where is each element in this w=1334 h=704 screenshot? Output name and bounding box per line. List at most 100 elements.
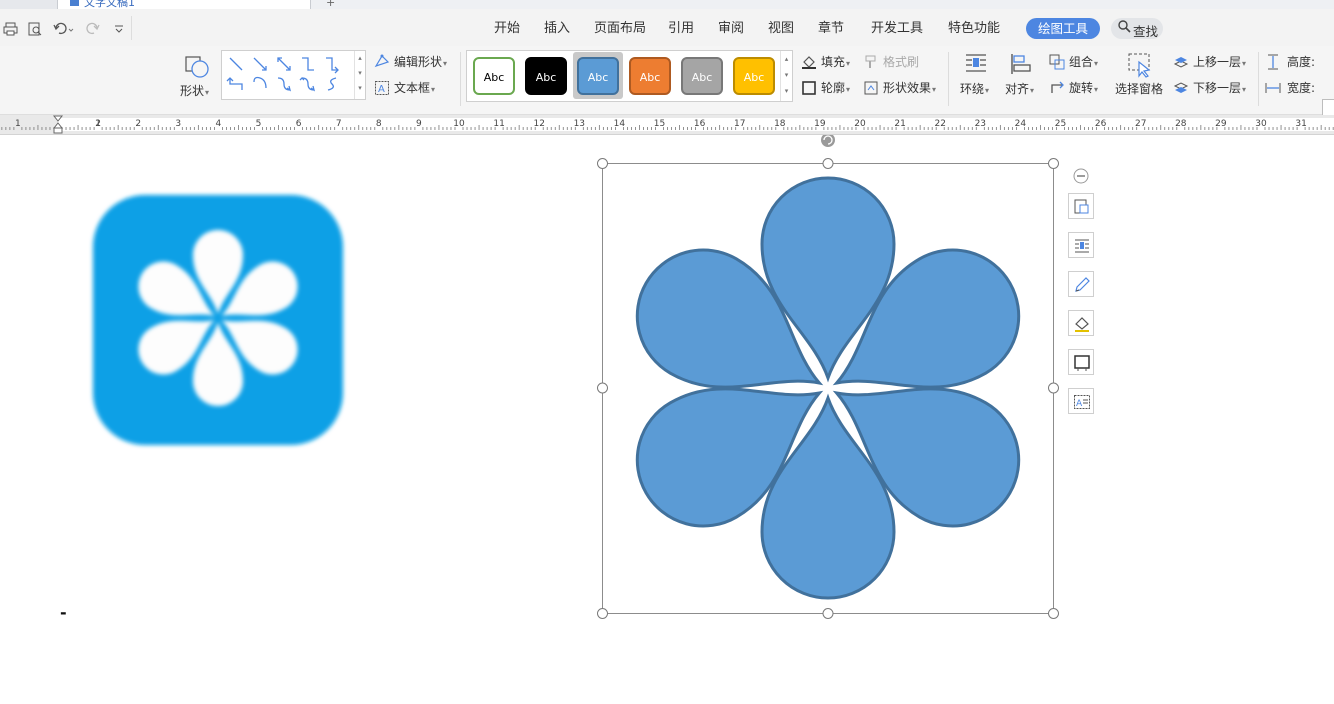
ruler-scale: 1 21 2 3 4 5 6 7 8 9 10 11 12 13 14 15 16 17 18 19 20 21 22 23 2…: [1, 115, 1334, 134]
menu-review[interactable]: 审阅: [718, 21, 744, 37]
layout-options-button[interactable]: [1068, 193, 1094, 219]
edit-shape-label: 编辑形状▾: [394, 55, 448, 69]
text-icon: A: [1074, 395, 1090, 409]
rotate-label: 旋转▾: [1069, 81, 1099, 95]
customize-icon[interactable]: [114, 22, 124, 39]
print-icon[interactable]: [3, 22, 18, 39]
document-icon: [70, 0, 79, 6]
text-box-icon: A: [375, 81, 389, 95]
bring-forward-label: 上移一层▾: [1193, 55, 1247, 69]
redo-icon[interactable]: [86, 22, 100, 39]
shapes-icon: [185, 56, 209, 78]
resize-handle-ne[interactable]: [1048, 158, 1059, 169]
resize-handle-sw[interactable]: [597, 608, 608, 619]
menu-page-layout[interactable]: 页面布局: [594, 21, 646, 37]
shape-gallery[interactable]: ▴ ▾ ▾: [221, 50, 366, 100]
shape-style-gallery: Abc Abc Abc Abc Abc Abc ▴ ▾ ▾: [466, 50, 793, 102]
ruler-number: 11: [493, 119, 504, 129]
ruler-number: 24: [1015, 119, 1027, 129]
resize-handle-se[interactable]: [1048, 608, 1059, 619]
ruler-number: 15: [654, 119, 665, 129]
resize-handle-w[interactable]: [597, 382, 608, 394]
resize-handle-n[interactable]: [822, 158, 834, 169]
app-icon-image[interactable]: [85, 187, 353, 455]
rotate-handle[interactable]: [821, 135, 835, 147]
ruler-number: 25: [1055, 119, 1066, 129]
fill-bucket-icon: [802, 56, 816, 69]
wrap-text-button[interactable]: [1068, 232, 1094, 258]
height-label: 高度:: [1287, 55, 1316, 69]
rotate-icon: [1051, 81, 1064, 93]
document-tab-strip: 文字文稿1 +: [0, 0, 1334, 9]
ruler-number: 22: [934, 119, 945, 129]
ruler-number: 9: [416, 119, 422, 129]
ruler-number: 1: [95, 119, 101, 129]
style-swatch-5[interactable]: Abc: [681, 57, 723, 95]
border-icon: [1074, 355, 1090, 371]
ruler-number: 28: [1175, 119, 1187, 129]
ruler-number: 1: [15, 119, 21, 129]
fill-button-float[interactable]: [1068, 310, 1094, 336]
flower-shape[interactable]: [596, 135, 1066, 620]
ruler-number: 5: [256, 119, 262, 129]
connector-shapes-icon: [226, 57, 339, 92]
gallery-scroll[interactable]: ▴ ▾ ▾: [354, 51, 365, 99]
document-canvas[interactable]: A -: [0, 135, 1334, 704]
ruler-number: 7: [336, 119, 342, 129]
wrap-button[interactable]: 环绕▾: [958, 52, 998, 102]
style-swatch-4[interactable]: Abc: [629, 57, 671, 95]
menu-view[interactable]: 视图: [768, 21, 794, 37]
send-backward-label: 下移一层▾: [1193, 81, 1247, 95]
width-label: 宽度:: [1287, 81, 1316, 95]
shape-label: 形状▾: [180, 84, 210, 98]
ruler-number: 14: [614, 119, 626, 129]
document-tab[interactable]: 文字文稿1: [58, 0, 311, 9]
style-gallery-scroll[interactable]: ▴ ▾ ▾: [780, 51, 792, 101]
ruler-number: 16: [694, 119, 706, 129]
ruler-number: 2: [135, 119, 141, 129]
ruler-number: 4: [216, 119, 222, 129]
style-swatch-6[interactable]: Abc: [733, 57, 775, 95]
resize-handle-s[interactable]: [822, 608, 834, 619]
new-tab-icon[interactable]: +: [326, 0, 335, 9]
pen-button[interactable]: [1068, 271, 1094, 297]
collapse-icon[interactable]: [1072, 167, 1090, 185]
group-icon: [1049, 54, 1065, 70]
menu-section[interactable]: 章节: [818, 21, 844, 37]
svg-text:A: A: [1076, 399, 1083, 409]
menu-drawing-tools[interactable]: 绘图工具: [1026, 18, 1100, 39]
outline-label: 轮廓▾: [821, 81, 851, 95]
menu-developer[interactable]: 开发工具: [871, 21, 923, 37]
resize-handle-e[interactable]: [1048, 382, 1059, 394]
selection-pane-button[interactable]: 选择窗格: [1114, 52, 1166, 102]
undo-icon[interactable]: [53, 22, 75, 39]
selection-pane-icon: [1128, 53, 1151, 78]
text-button-float[interactable]: A: [1068, 388, 1094, 414]
wrap-text-icon: [1075, 239, 1089, 253]
align-button[interactable]: 对齐▾: [1003, 52, 1043, 102]
ruler-number: 30: [1255, 119, 1267, 129]
horizontal-ruler[interactable]: 1 2 1 2 3 4 5 6 7 8 9 10 11 12 13 14 15 16 17 18 19 20 21 22 23 2…: [0, 115, 1334, 135]
ruler-number: 21: [894, 119, 905, 129]
menu-home[interactable]: 开始: [494, 21, 520, 37]
style-swatch-2[interactable]: Abc: [525, 57, 567, 95]
print-preview-icon[interactable]: [28, 22, 43, 39]
ruler-number: 26: [1095, 119, 1107, 129]
ruler-number: 8: [376, 119, 382, 129]
ruler-number: 20: [854, 119, 866, 129]
style-swatch-1[interactable]: Abc: [473, 57, 515, 95]
menu-insert[interactable]: 插入: [544, 21, 570, 37]
style-swatch-3[interactable]: Abc: [577, 57, 619, 95]
ruler-number: 19: [814, 119, 826, 129]
resize-handle-nw[interactable]: [597, 158, 608, 169]
menu-special-features[interactable]: 特色功能: [948, 21, 1000, 37]
home-tab[interactable]: [0, 0, 58, 9]
text-cursor: -: [60, 603, 67, 622]
search-button[interactable]: 查找: [1111, 18, 1163, 39]
text-box-label: 文本框▾: [394, 81, 436, 95]
border-button-float[interactable]: [1068, 349, 1094, 375]
ruler-number: 18: [774, 119, 786, 129]
menu-references[interactable]: 引用: [668, 21, 694, 37]
shape-button[interactable]: 形状▾: [178, 50, 218, 100]
fill-icon: [1075, 317, 1089, 332]
